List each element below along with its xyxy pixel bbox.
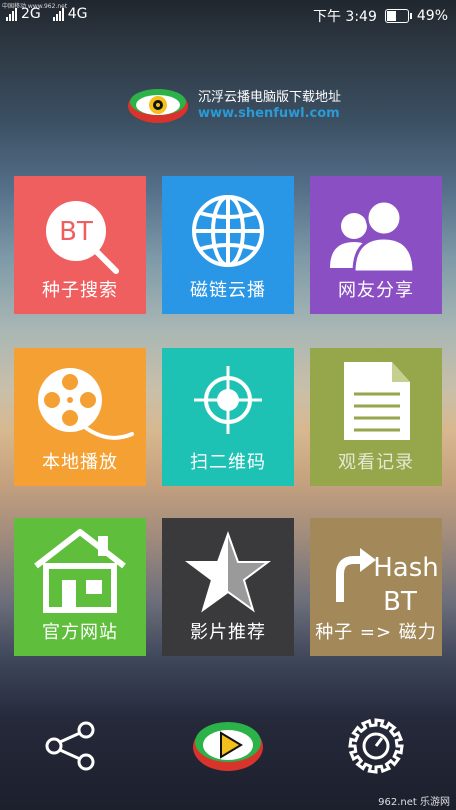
tile-label: 磁链云播 [190, 280, 266, 301]
network-type-1: 2G [21, 6, 41, 22]
signal-icon [6, 7, 17, 21]
header-url[interactable]: www.shenfuwl.com [198, 106, 340, 121]
tile-scan-qr[interactable]: 扫二维码 [162, 348, 294, 486]
network-type-2: 4G [67, 6, 88, 22]
tile-local-play[interactable]: 本地播放 [14, 348, 146, 486]
tile-label: 扫二维码 [190, 452, 266, 473]
status-bar: 中国移动 www.962.net 2G 4G 下午 3:49 49% [0, 0, 456, 30]
hash-icon-text: Hash [373, 553, 439, 583]
gear-icon[interactable] [346, 716, 406, 776]
share-icon[interactable] [42, 718, 98, 774]
bt-icon-text: BT [383, 587, 417, 617]
tile-user-share[interactable]: 网友分享 [310, 176, 442, 314]
signal-icon [52, 7, 64, 21]
tile-official-site[interactable]: 官方网站 [14, 518, 146, 656]
tile-label: 种子搜索 [42, 280, 118, 301]
battery-percent: 49% [416, 8, 448, 24]
bottom-bar: 962.net 乐游网 [0, 690, 456, 810]
tile-seed-to-magnet[interactable]: Hash BT 种子 => 磁力 [310, 518, 442, 656]
app-logo-icon [128, 89, 188, 123]
tile-label: 种子 => 磁力 [315, 622, 437, 643]
tile-label: 观看记录 [338, 452, 414, 473]
tile-label: 影片推荐 [190, 622, 266, 643]
watermark: 962.net 乐游网 [378, 797, 450, 808]
clock: 下午 3:49 [312, 9, 377, 25]
app-header: 沉浮云播电脑版下载地址 www.shenfuwl.com [126, 84, 376, 128]
tile-watch-history[interactable]: 观看记录 [310, 348, 442, 486]
header-title: 沉浮云播电脑版下载地址 [198, 90, 342, 105]
battery-icon [384, 9, 412, 23]
tile-magnet-cloud[interactable]: 磁链云播 [162, 176, 294, 314]
tile-movie-recommend[interactable]: 影片推荐 [162, 518, 294, 656]
tile-label: 官方网站 [42, 622, 118, 643]
tile-seed-search[interactable]: BT 种子搜索 [14, 176, 146, 314]
tile-label: 本地播放 [42, 452, 118, 473]
bt-icon-text: BT [59, 217, 93, 247]
tile-label: 网友分享 [338, 280, 414, 301]
play-logo-icon[interactable] [191, 716, 265, 774]
